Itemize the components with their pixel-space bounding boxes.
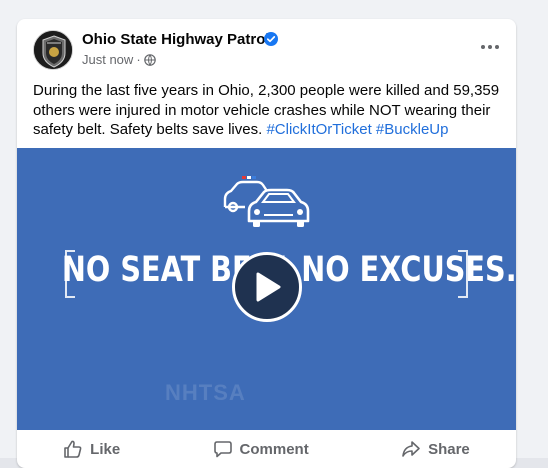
globe-icon — [143, 53, 156, 66]
more-dot-icon — [495, 45, 499, 49]
post-timestamp[interactable]: Just now — [82, 52, 133, 67]
hashtag-link[interactable]: #ClickItOrTicket — [266, 121, 371, 138]
post-card: Ohio State Highway Patrol Just now · Dur… — [17, 19, 516, 468]
page-avatar[interactable] — [33, 30, 73, 70]
post-body: During the last five years in Ohio, 2,30… — [33, 81, 503, 140]
post-actions: Like Comment Share — [17, 430, 516, 468]
nhtsa-watermark: NHTSA — [165, 380, 246, 405]
play-icon — [256, 272, 281, 302]
like-button[interactable]: Like — [63, 439, 120, 459]
comment-button[interactable]: Comment — [213, 439, 309, 459]
more-dot-icon — [488, 45, 492, 49]
like-label: Like — [90, 440, 121, 458]
share-label: Share — [428, 440, 470, 458]
more-options-button[interactable] — [476, 37, 504, 57]
thumbs-up-icon — [64, 440, 82, 458]
hashtag-link[interactable]: #BuckleUp — [376, 121, 449, 138]
patrol-badge-icon — [34, 31, 72, 69]
video-player[interactable]: NO SEAT BELT. NO EXCUSES. NHTSA — [17, 148, 516, 430]
comment-icon — [213, 441, 232, 458]
comment-label: Comment — [239, 440, 309, 458]
share-button[interactable]: Share — [401, 439, 470, 459]
police-cars-icon — [223, 176, 310, 227]
play-button[interactable] — [232, 252, 302, 322]
share-icon — [402, 441, 420, 457]
more-dot-icon — [481, 45, 485, 49]
verified-badge-icon — [264, 32, 278, 46]
post-meta: Just now · — [82, 52, 156, 67]
page-name[interactable]: Ohio State Highway Patrol — [82, 31, 270, 48]
